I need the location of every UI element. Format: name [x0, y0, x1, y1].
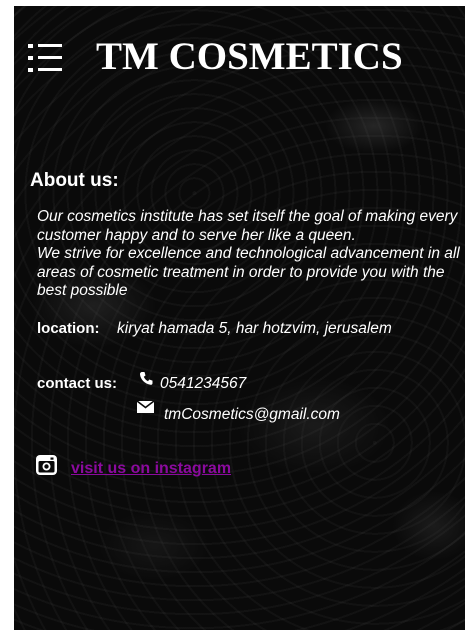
about-line-2: We strive for excellence and technologic…: [37, 245, 460, 299]
email-address: tmCosmetics@gmail.com: [164, 406, 340, 423]
location-label: location:: [37, 320, 100, 337]
phone-icon: [139, 372, 153, 385]
brand-title: TM COSMETICS: [96, 35, 403, 78]
menu-bar: [38, 44, 62, 47]
menu-bar: [38, 56, 62, 59]
about-heading: About us:: [30, 170, 119, 191]
about-text: Our cosmetics institute has set itself t…: [37, 208, 462, 301]
menu-dot: [28, 56, 33, 60]
instagram-icon[interactable]: [36, 455, 57, 475]
main-panel: [14, 6, 465, 630]
location-value: kiryat hamada 5, har hotzvim, jerusalem: [117, 320, 392, 337]
hamburger-menu-icon[interactable]: [28, 42, 64, 74]
menu-dot: [28, 68, 33, 72]
menu-bar: [38, 68, 62, 71]
about-line-1: Our cosmetics institute has set itself t…: [37, 208, 458, 244]
menu-dot: [28, 44, 33, 48]
envelope-icon: [137, 401, 154, 413]
instagram-link[interactable]: visit us on instagram: [71, 460, 231, 478]
phone-number: 0541234567: [160, 375, 247, 392]
contact-label: contact us:: [37, 375, 118, 392]
